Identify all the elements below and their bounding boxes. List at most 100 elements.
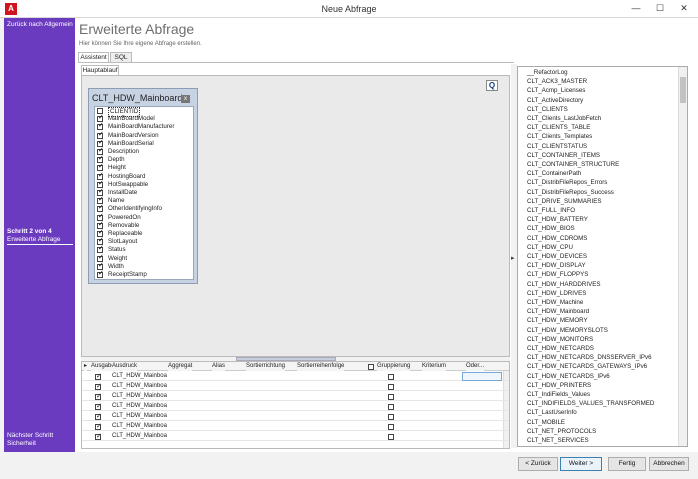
table-list-item[interactable]: CLT_CONTAINER_ITEMS [527, 151, 600, 160]
table-list-item[interactable]: CLT_HDW_NETCARDS_GATEWAYS_IPv6 [527, 362, 647, 371]
group-checkbox[interactable] [388, 383, 394, 390]
column-row[interactable]: Weight [95, 254, 193, 263]
table-list-item[interactable]: CLT_HDW_FLOPPYS [527, 270, 588, 279]
tab-hauptablauf[interactable]: Hauptablauf [81, 65, 119, 75]
table-list-item[interactable]: CLT_HDW_PRINTERS [527, 381, 591, 390]
column-checkbox[interactable] [97, 221, 104, 229]
column-row[interactable]: MainBoardManufacturer [95, 122, 193, 131]
column-row[interactable]: Width [95, 262, 193, 271]
column-row[interactable]: InstallDate [95, 188, 193, 197]
column-row[interactable]: HotSwappable [95, 180, 193, 189]
minimize-icon[interactable]: — [626, 1, 646, 15]
column-checkbox[interactable] [97, 237, 104, 246]
query-design-canvas[interactable]: Q CLT_HDW_Mainboard x CLIENTIDMainBoardM… [81, 75, 510, 357]
query-button[interactable]: Q [486, 80, 498, 91]
column-checkbox[interactable] [97, 155, 104, 164]
tab-sql[interactable]: SQL [110, 52, 132, 62]
table-list-item[interactable]: CLT_Acmp_Licenses [527, 86, 585, 95]
grid-row[interactable]: CLT_HDW_Mainboard [82, 412, 509, 421]
output-checkbox[interactable] [95, 372, 102, 380]
table-list-item[interactable]: CLT_FULL_INFO [527, 206, 575, 215]
scrollbar-thumb[interactable] [680, 77, 686, 103]
grid-row[interactable]: CLT_HDW_Mainboard [82, 432, 509, 441]
grid-row[interactable]: CLT_HDW_Mainboard [82, 382, 509, 391]
table-list-item[interactable]: CLT_HDW_Machine [527, 298, 583, 307]
column-checkbox[interactable] [97, 262, 104, 270]
group-all-checkbox[interactable] [368, 363, 374, 370]
expression-cell[interactable]: CLT_HDW_Mainboard [112, 382, 167, 391]
column-checkbox[interactable] [97, 122, 104, 131]
output-checkbox[interactable] [95, 412, 102, 420]
output-checkbox[interactable] [95, 402, 102, 410]
column-checkbox[interactable] [97, 147, 104, 155]
column-checkbox[interactable] [97, 131, 104, 139]
table-list-item[interactable]: CLT_HDW_HARDDRIVES [527, 280, 600, 289]
table-list-item[interactable]: CLT_Clients_Templates [527, 132, 592, 141]
tab-assistent[interactable]: Assistent [78, 52, 109, 62]
table-list-item[interactable]: CLT_HDW_BIOS [527, 224, 575, 233]
table-list-item[interactable]: CLT_ActiveDirectory [527, 96, 583, 105]
table-list-item[interactable]: CLT_INDIFIELDS_VALUES_TRANSFORMED [527, 399, 654, 408]
column-checkbox[interactable] [97, 229, 104, 237]
table-list-item[interactable]: CLT_HDW_NETCARDS_IPv6 [527, 372, 610, 381]
column-checkbox[interactable] [97, 163, 104, 172]
table-list-item[interactable]: CLT_HDW_Mainboard [527, 307, 589, 316]
column-row[interactable]: CLIENTID [95, 107, 193, 117]
group-checkbox[interactable] [388, 433, 394, 440]
back-to-general-link[interactable]: Zurück nach Allgemein [7, 21, 73, 29]
table-list-item[interactable]: CLT_HDW_MONITORS [527, 335, 593, 344]
group-checkbox[interactable] [388, 393, 394, 400]
table-list-item[interactable]: CLT_HDW_MEMORY [527, 316, 588, 325]
column-row[interactable]: Height [95, 163, 193, 172]
column-row[interactable]: Replaceable [95, 229, 193, 238]
column-row[interactable]: Description [95, 147, 193, 156]
table-list-item[interactable]: CLT_CLIENTS [527, 105, 568, 114]
table-list-item[interactable]: CLT_LastUserInfo [527, 408, 577, 417]
table-list-item[interactable]: CLT_CONTAINER_STRUCTURE [527, 160, 619, 169]
table-list-item[interactable]: CLT_MOBILE [527, 418, 565, 427]
table-list-item[interactable]: CLT_HDW_DISPLAY [527, 261, 586, 270]
table-list-item[interactable]: CLT_HDW_NETCARDS_DNSSERVER_IPv6 [527, 353, 652, 362]
column-row[interactable]: ReceiptStamp [95, 270, 193, 279]
back-button[interactable]: < Zurück [518, 457, 558, 471]
expression-cell[interactable]: CLT_HDW_Mainboard [112, 372, 167, 381]
output-checkbox[interactable] [95, 422, 102, 430]
column-row[interactable]: Status [95, 245, 193, 254]
grid-row[interactable]: CLT_HDW_Mainboard [82, 422, 509, 431]
table-list-item[interactable]: CLT_DistribFileRepos_Success [527, 188, 614, 197]
tables-scrollbar[interactable] [678, 67, 687, 446]
group-checkbox[interactable] [388, 373, 394, 380]
column-row[interactable]: PoweredOn [95, 213, 193, 222]
table-list-item[interactable]: CLT_NET_PROTOCOLS [527, 427, 596, 436]
column-row[interactable]: OtherIdentifyingInfo [95, 204, 193, 213]
expression-cell[interactable]: CLT_HDW_Mainboard [112, 422, 167, 431]
column-row[interactable]: Depth [95, 155, 193, 164]
chevron-right-icon[interactable]: ▸ [511, 254, 515, 262]
group-checkbox[interactable] [388, 403, 394, 410]
table-list-item[interactable]: CLT_NET_SERVICES [527, 436, 589, 445]
column-row[interactable]: HostingBoard [95, 172, 193, 181]
column-checkbox[interactable] [97, 180, 104, 188]
table-list-item[interactable]: __RefactorLog [527, 68, 568, 77]
column-row[interactable]: MainBoardModel [95, 114, 193, 123]
column-checkbox[interactable] [97, 196, 104, 205]
column-checkbox[interactable] [97, 270, 104, 278]
grid-row[interactable]: CLT_HDW_Mainboard [82, 392, 509, 401]
expression-cell[interactable]: CLT_HDW_Mainboard [112, 432, 167, 441]
table-list-item[interactable]: CLT_ACK3_MASTER [527, 77, 587, 86]
maximize-icon[interactable]: ☐ [650, 1, 670, 15]
table-list-item[interactable]: CLT_HDW_CDROMS [527, 234, 587, 243]
column-checkbox[interactable] [97, 254, 104, 262]
table-list-item[interactable]: CLT_DistribFileRepos_Errors [527, 178, 607, 187]
group-checkbox[interactable] [388, 413, 394, 420]
column-checkbox[interactable] [97, 172, 104, 180]
column-checkbox[interactable] [97, 108, 103, 114]
column-checkbox[interactable] [97, 204, 104, 213]
column-row[interactable]: MainBoardSerial [95, 139, 193, 148]
table-list-item[interactable]: CLT_CLIENTS_TABLE [527, 123, 590, 132]
column-checkbox[interactable] [97, 213, 104, 221]
column-row[interactable]: SlotLayout [95, 237, 193, 246]
table-list-item[interactable]: CLT_CLIENTSTATUS [527, 142, 587, 151]
table-list-item[interactable]: CLT_IndiFields_Values [527, 390, 590, 399]
table-list-item[interactable]: CLT_HDW_MEMORYSLOTS [527, 326, 608, 335]
